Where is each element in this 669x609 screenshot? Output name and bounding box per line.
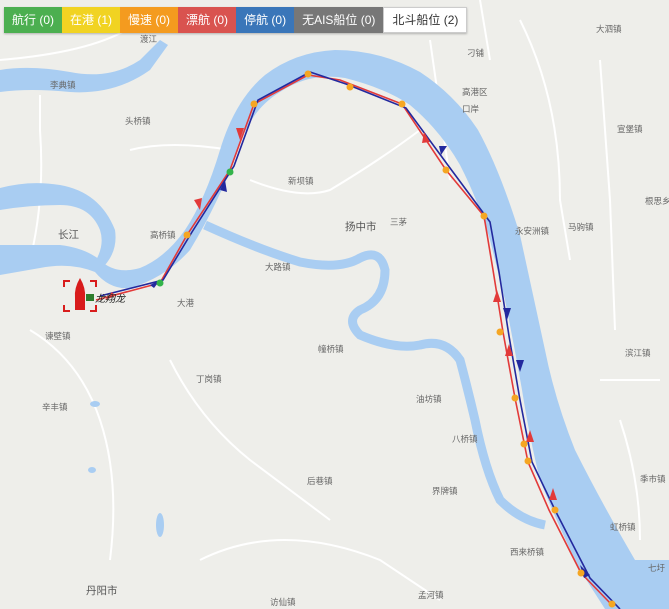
filter-no-ais[interactable]: 无AIS船位 (0) xyxy=(294,7,384,33)
label-jieling: 界牌镇 xyxy=(432,486,458,496)
filter-drifting[interactable]: 漂航 (0) xyxy=(178,7,237,33)
label-dagang: 大港 xyxy=(177,298,195,308)
filter-in-port[interactable]: 在港 (1) xyxy=(62,7,121,33)
waypoint-end-green xyxy=(156,279,164,287)
label-jianbi: 谏壁镇 xyxy=(45,331,71,341)
status-filter-bar: 航行 (0) 在港 (1) 慢速 (0) 漂航 (0) 停航 (0) 无AIS船… xyxy=(4,7,468,33)
label-gaogang: 高港区 xyxy=(462,87,488,97)
label-genshu: 根思乡 xyxy=(645,196,669,206)
label-xinfeng: 辛丰镇 xyxy=(42,402,68,412)
label-menghe: 孟河镇 xyxy=(418,590,444,600)
vessel-name-label: 龙翔龙 xyxy=(95,293,126,305)
label-toujiao: 头桥镇 xyxy=(125,116,151,126)
label-ferry: 渡江 xyxy=(140,34,158,44)
label-diaopu: 刁铺 xyxy=(467,48,485,58)
label-houxiang: 后巷镇 xyxy=(307,476,333,486)
label-yangzhong: 扬中市 xyxy=(345,220,377,233)
label-danyang: 丹阳市 xyxy=(86,584,118,597)
label-xuanbao: 宣堡镇 xyxy=(617,124,643,134)
label-jiaji: 季市镇 xyxy=(640,474,666,484)
label-hongqiao: 虹桥镇 xyxy=(610,522,636,532)
filter-stopped[interactable]: 停航 (0) xyxy=(236,7,295,33)
label-qiwei: 七圩 xyxy=(648,563,666,573)
label-daju: 大路镇 xyxy=(265,262,291,272)
label-youfang: 油坊镇 xyxy=(416,394,442,404)
label-lidian: 李典镇 xyxy=(50,80,76,90)
label-gaoqiao: 高桥镇 xyxy=(150,230,176,240)
label-shaqiao: 访仙镇 xyxy=(270,597,296,607)
label-zhuangfu: 幢桥镇 xyxy=(318,344,344,354)
label-kouan: 口岸 xyxy=(462,104,480,114)
filter-sailing[interactable]: 航行 (0) xyxy=(4,7,63,33)
label-xinba: 新坝镇 xyxy=(288,176,314,186)
waypoint-start-green xyxy=(226,168,234,176)
label-sanmao: 三茅 xyxy=(390,217,408,227)
label-yonganzhou: 永安洲镇 xyxy=(515,226,550,236)
label-xilai: 西来桥镇 xyxy=(510,547,545,557)
map-canvas[interactable]: 长江 扬中市 丹阳市 李典镇 头桥镇 高桥镇 大路镇 新坝镇 三茅 大港 谏壁镇… xyxy=(0,0,669,609)
filter-slow[interactable]: 慢速 (0) xyxy=(120,7,179,33)
label-river: 长江 xyxy=(58,229,79,241)
vessel-flag-icon xyxy=(86,294,94,301)
label-binjiang: 滨江镇 xyxy=(625,348,651,358)
label-baqiao: 八桥镇 xyxy=(452,434,478,444)
label-dingang: 丁岗镇 xyxy=(196,374,222,384)
filter-beidou[interactable]: 北斗船位 (2) xyxy=(383,7,468,33)
label-majiao: 马驹镇 xyxy=(568,222,594,232)
label-dayang: 大泗镇 xyxy=(596,24,622,34)
